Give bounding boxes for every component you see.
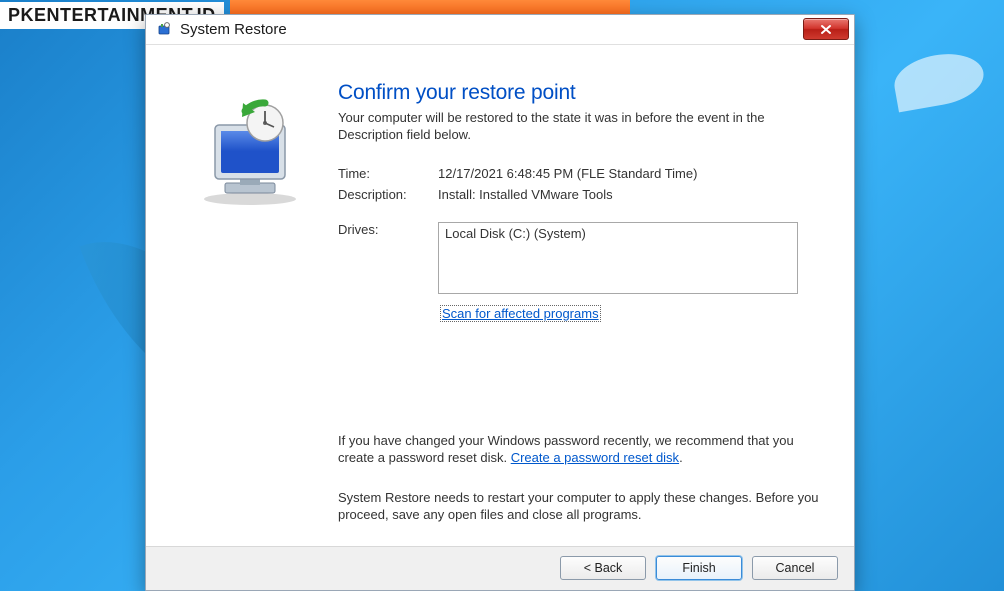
app-icon	[156, 21, 172, 37]
drives-listbox[interactable]: Local Disk (C:) (System)	[438, 222, 798, 294]
close-button[interactable]	[803, 18, 849, 40]
system-restore-window: System Restore	[145, 14, 855, 591]
restart-info: System Restore needs to restart your com…	[338, 489, 826, 524]
description-value: Install: Installed VMware Tools	[438, 187, 826, 202]
titlebar: System Restore	[146, 15, 854, 45]
button-bar: < Back Finish Cancel	[146, 546, 854, 590]
scan-link-wrap: Scan for affected programs	[438, 304, 826, 324]
password-info: If you have changed your Windows passwor…	[338, 432, 826, 467]
page-subheading: Your computer will be restored to the st…	[338, 109, 826, 144]
close-icon	[820, 24, 832, 35]
description-label: Description:	[338, 187, 438, 202]
scan-affected-link[interactable]: Scan for affected programs	[440, 305, 601, 322]
time-row: Time: 12/17/2021 6:48:45 PM (FLE Standar…	[338, 166, 826, 181]
system-restore-icon	[195, 97, 305, 207]
content-area: Confirm your restore point Your computer…	[146, 45, 854, 546]
main-column: Confirm your restore point Your computer…	[330, 81, 826, 546]
cancel-button[interactable]: Cancel	[752, 556, 838, 580]
finish-button[interactable]: Finish	[656, 556, 742, 580]
drives-label: Drives:	[338, 222, 438, 294]
info-block: If you have changed your Windows passwor…	[338, 432, 826, 524]
time-value: 12/17/2021 6:48:45 PM (FLE Standard Time…	[438, 166, 826, 181]
icon-column	[170, 81, 330, 546]
description-row: Description: Install: Installed VMware T…	[338, 187, 826, 202]
create-reset-disk-link[interactable]: Create a password reset disk	[511, 450, 679, 465]
page-heading: Confirm your restore point	[338, 81, 826, 105]
drives-row: Drives: Local Disk (C:) (System)	[338, 222, 826, 294]
back-button[interactable]: < Back	[560, 556, 646, 580]
password-info-tail: .	[679, 450, 683, 465]
drive-item[interactable]: Local Disk (C:) (System)	[445, 226, 791, 241]
window-title: System Restore	[180, 21, 803, 38]
bg-decor-butterfly	[890, 48, 987, 113]
time-label: Time:	[338, 166, 438, 181]
